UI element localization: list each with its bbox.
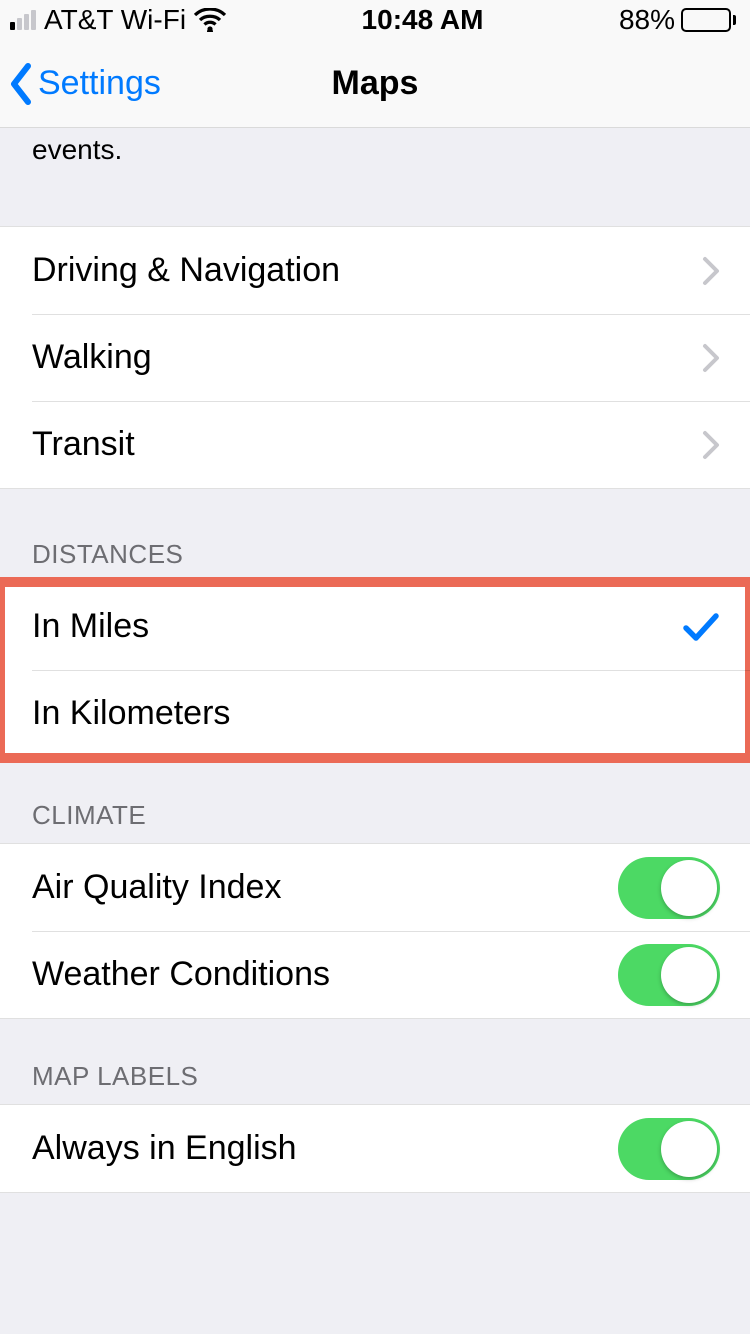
chevron-left-icon bbox=[8, 62, 34, 106]
header-map-labels: MAP LABELS bbox=[0, 1019, 750, 1104]
previous-footer-text: events. bbox=[0, 128, 750, 180]
cellular-signal-icon bbox=[10, 10, 36, 30]
header-distances: DISTANCES bbox=[0, 489, 750, 582]
status-time: 10:48 AM bbox=[362, 4, 484, 36]
checkmark-icon bbox=[682, 610, 720, 644]
toggle-weather-conditions[interactable] bbox=[618, 944, 720, 1006]
row-label: Weather Conditions bbox=[32, 955, 618, 994]
row-in-miles[interactable]: In Miles bbox=[0, 583, 750, 670]
back-button[interactable]: Settings bbox=[0, 62, 161, 106]
row-label: Driving & Navigation bbox=[32, 251, 702, 290]
status-left: AT&T Wi-Fi bbox=[10, 4, 226, 36]
group-navigation-modes: Driving & Navigation Walking Transit bbox=[0, 226, 750, 489]
header-cutoff bbox=[0, 1193, 750, 1257]
chevron-right-icon bbox=[702, 256, 720, 286]
toggle-always-english[interactable] bbox=[618, 1118, 720, 1180]
chevron-right-icon bbox=[702, 343, 720, 373]
battery-icon bbox=[681, 8, 736, 32]
header-climate: CLIMATE bbox=[0, 758, 750, 843]
row-always-in-english: Always in English bbox=[0, 1105, 750, 1192]
chevron-right-icon bbox=[702, 430, 720, 460]
row-label: Transit bbox=[32, 425, 702, 464]
row-driving-navigation[interactable]: Driving & Navigation bbox=[0, 227, 750, 314]
status-right: 88% bbox=[619, 4, 736, 36]
toggle-air-quality[interactable] bbox=[618, 857, 720, 919]
row-label: Walking bbox=[32, 338, 702, 377]
row-in-kilometers[interactable]: In Kilometers bbox=[0, 670, 750, 757]
row-transit[interactable]: Transit bbox=[0, 401, 750, 488]
group-distances: In Miles In Kilometers bbox=[0, 582, 750, 758]
battery-percent: 88% bbox=[619, 4, 675, 36]
carrier-label: AT&T Wi-Fi bbox=[44, 4, 186, 36]
status-bar: AT&T Wi-Fi 10:48 AM 88% bbox=[0, 0, 750, 40]
wifi-icon bbox=[194, 8, 226, 32]
row-weather-conditions: Weather Conditions bbox=[0, 931, 750, 1018]
group-map-labels: Always in English bbox=[0, 1104, 750, 1193]
row-walking[interactable]: Walking bbox=[0, 314, 750, 401]
nav-bar: Settings Maps bbox=[0, 40, 750, 128]
row-air-quality-index: Air Quality Index bbox=[0, 844, 750, 931]
back-label: Settings bbox=[38, 64, 161, 103]
row-label: Air Quality Index bbox=[32, 868, 618, 907]
row-label: In Kilometers bbox=[32, 694, 720, 733]
row-label: In Miles bbox=[32, 607, 682, 646]
group-climate: Air Quality Index Weather Conditions bbox=[0, 843, 750, 1019]
row-label: Always in English bbox=[32, 1129, 618, 1168]
